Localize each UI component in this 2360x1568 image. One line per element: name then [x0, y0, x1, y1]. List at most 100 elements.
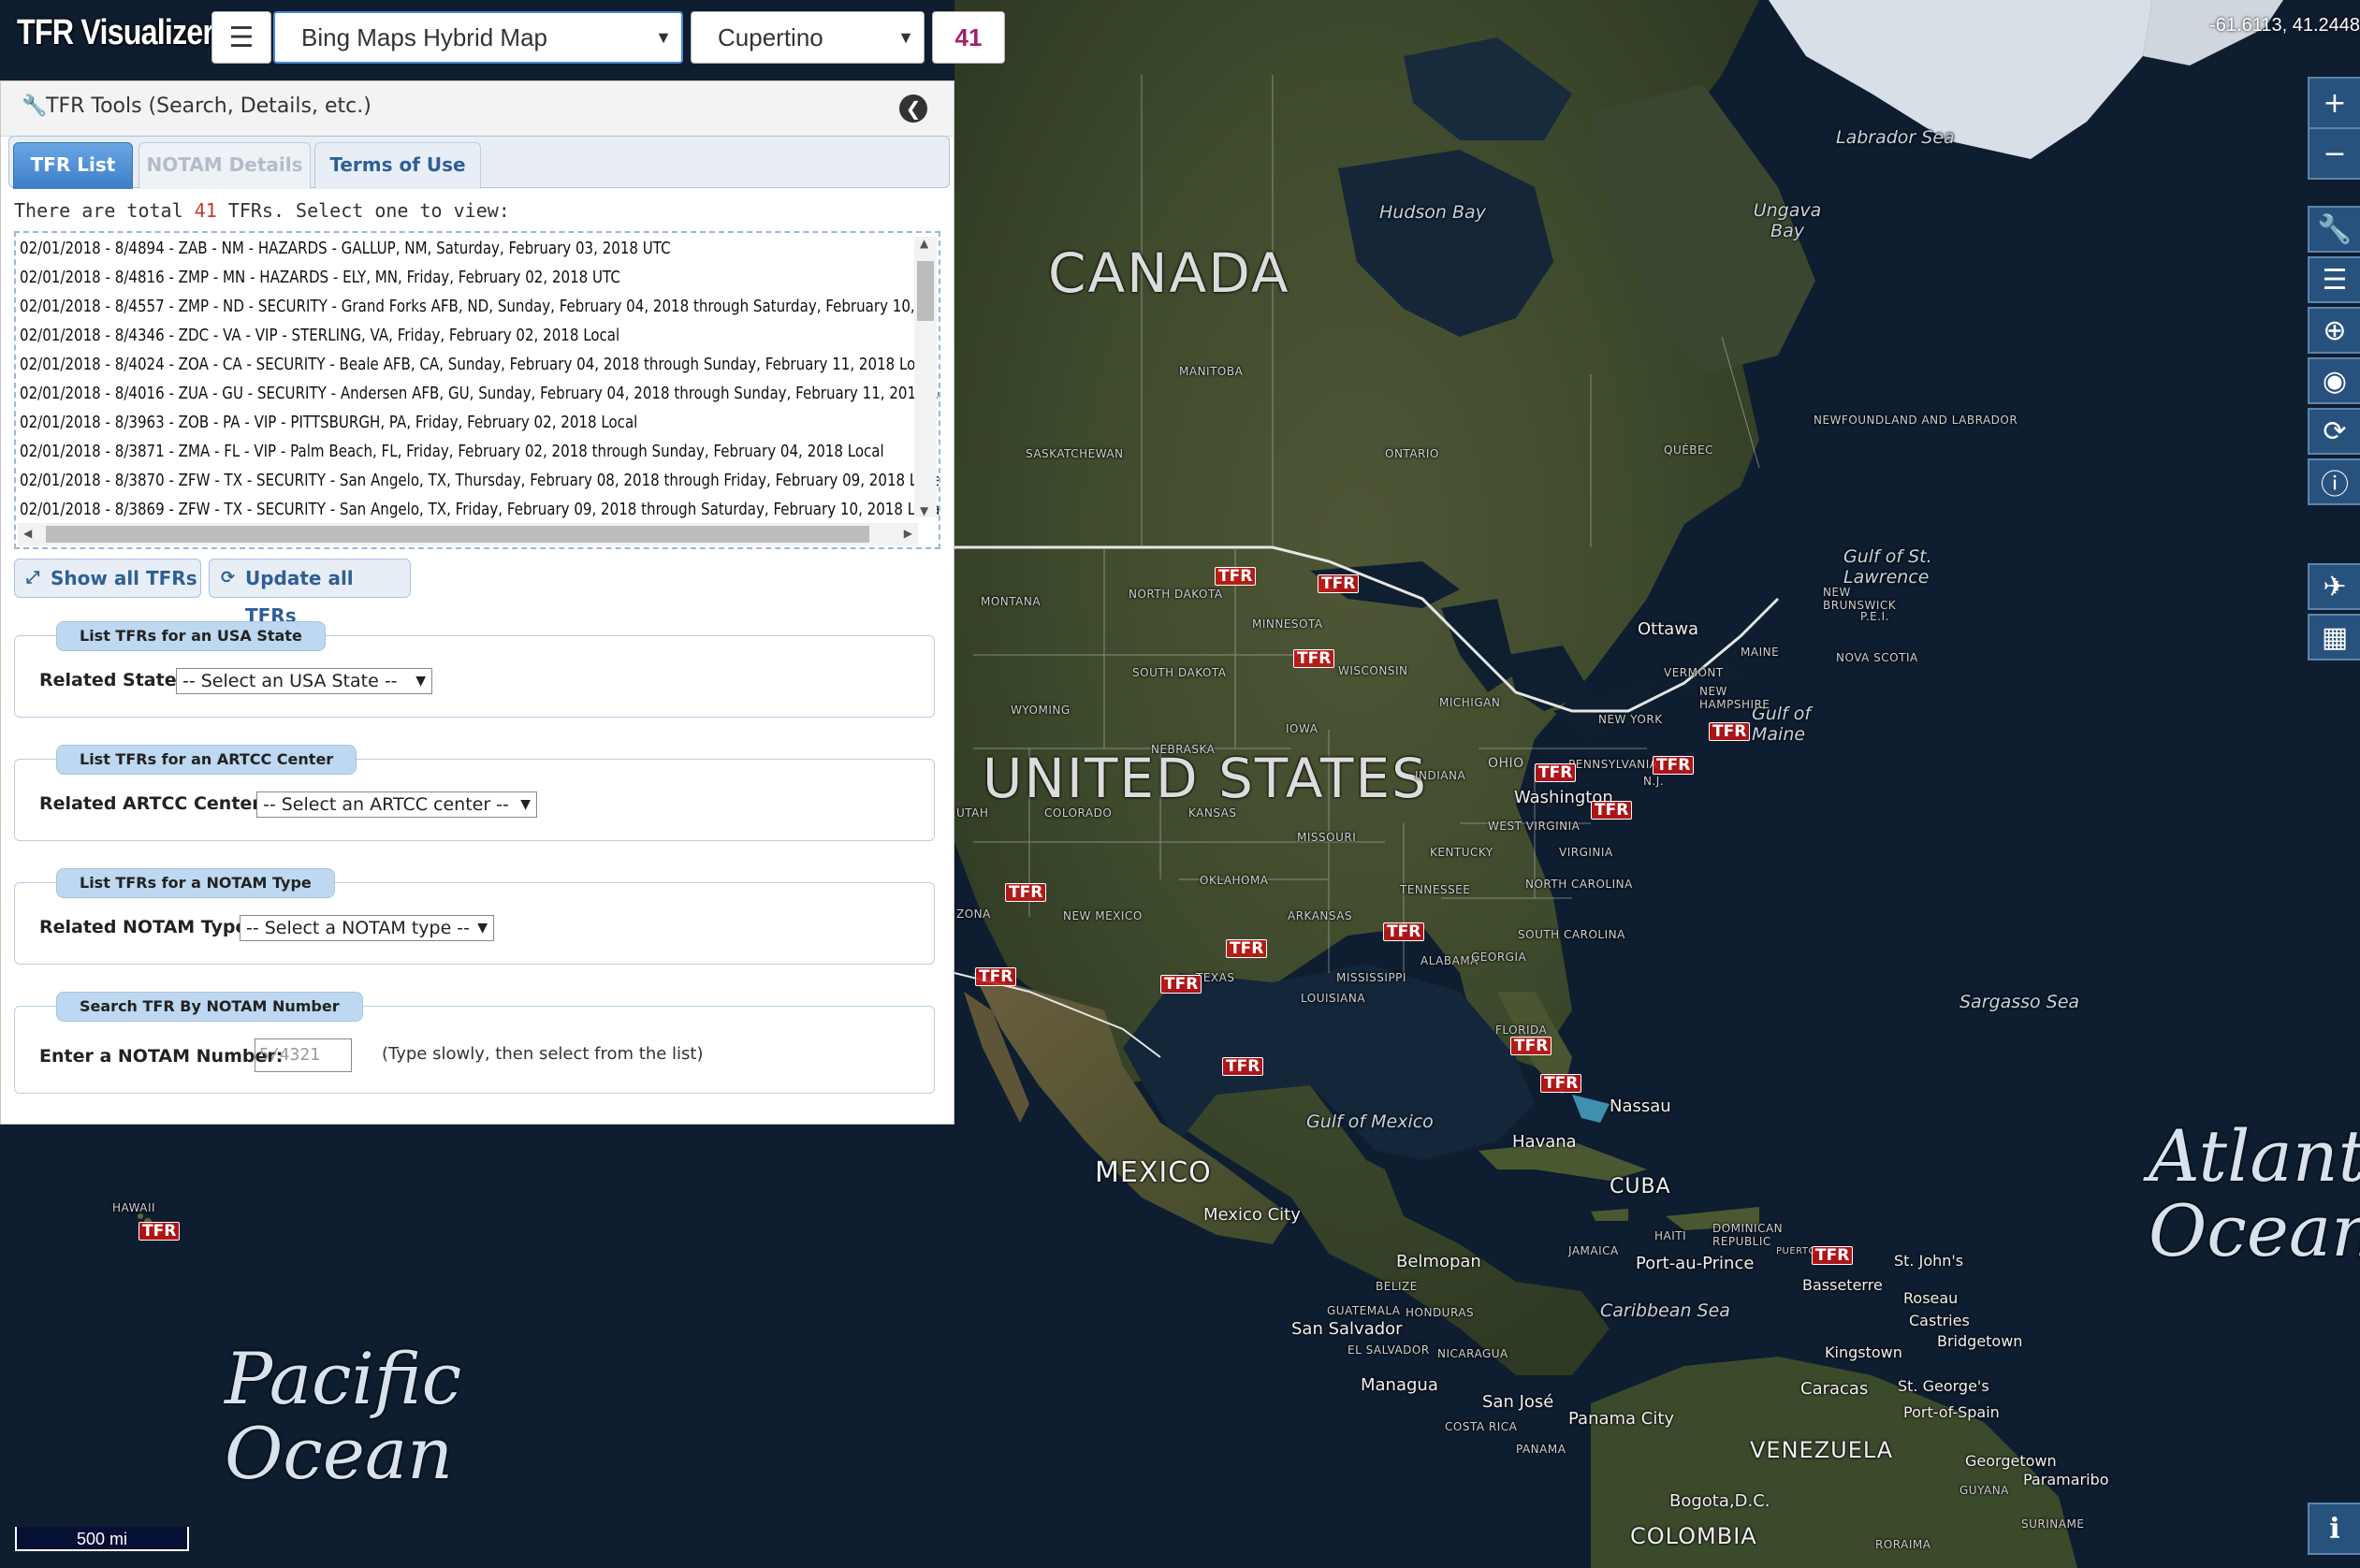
tfr-marker[interactable]: TFR [1318, 574, 1360, 593]
info-letter-icon: i [2329, 1512, 2340, 1546]
list-item[interactable]: 02/01/2018 - 8/4816 - ZMP - MN - HAZARDS… [20, 264, 620, 293]
map-label-michigan: MICHIGAN [1439, 696, 1501, 709]
map-label-virginia: VIRGINIA [1559, 846, 1613, 859]
scroll-right-icon[interactable]: ▶ [904, 527, 912, 540]
list-item[interactable]: 02/01/2018 - 8/3869 - ZFW - TX - SECURIT… [20, 496, 939, 525]
map-label-north-carolina: NORTH CAROLINA [1525, 878, 1633, 891]
collapse-panel-button[interactable]: ❮ [899, 94, 927, 123]
hamburger-icon: ☰ [228, 22, 255, 53]
tfr-marker[interactable]: TFR [1510, 1037, 1552, 1055]
horizontal-scrollbar[interactable]: ◀ ▶ [18, 523, 918, 545]
tfr-marker[interactable]: TFR [1160, 975, 1202, 994]
tfr-marker[interactable]: TFR [975, 967, 1017, 986]
state-select[interactable]: -- Select an USA State -- ▼ [176, 668, 432, 694]
tab-tfr-list[interactable]: TFR List [13, 142, 133, 189]
map-label-mexico: MEXICO [1095, 1156, 1212, 1189]
menu-button[interactable]: ☰ [211, 11, 271, 64]
list-item[interactable]: 02/01/2018 - 8/4894 - ZAB - NM - HAZARDS… [20, 235, 671, 264]
city-select[interactable]: Cupertino ▼ [691, 11, 925, 64]
tfr-marker[interactable]: TFR [138, 1222, 181, 1241]
tab-terms-of-use[interactable]: Terms of Use [314, 142, 481, 189]
zoom-out-button[interactable]: − [2308, 127, 2360, 180]
tools-button[interactable]: 🔧 [2308, 206, 2360, 253]
scrollbar-thumb[interactable] [46, 526, 869, 543]
tfr-count-badge[interactable]: 41 [932, 11, 1005, 64]
vertical-scrollbar[interactable]: ▲ ▼ [914, 237, 937, 517]
scroll-down-icon[interactable]: ▼ [920, 504, 928, 517]
map-label-kentucky: KENTUCKY [1430, 846, 1493, 859]
artcc-select[interactable]: -- Select an ARTCC center -- ▼ [256, 791, 537, 818]
scrollbar-thumb[interactable] [917, 261, 934, 321]
map-label-haiti: HAITI [1654, 1229, 1687, 1242]
city-value: Cupertino [718, 23, 823, 51]
update-all-tfrs-button[interactable]: ⟳ Update all TFRs [209, 559, 411, 627]
minus-icon: − [2323, 137, 2347, 170]
grid-button[interactable]: ▦ [2308, 614, 2360, 661]
dropdown-caret-icon: ▼ [415, 674, 426, 689]
map-label-sargasso-sea: Sargasso Sea [1959, 992, 2080, 1012]
list-item[interactable]: 02/01/2018 - 8/4016 - ZUA - GU - SECURIT… [20, 380, 939, 409]
info-corner-button[interactable]: i [2308, 1503, 2360, 1555]
zoom-in-button[interactable]: + [2308, 77, 2360, 129]
list-item[interactable]: 02/01/2018 - 8/3963 - ZOB - PA - VIP - P… [20, 409, 637, 438]
tab-bar: TFR List NOTAM Details Terms of Use [8, 136, 950, 189]
list-button[interactable]: ☰ [2308, 256, 2360, 303]
refresh-button[interactable]: ⟳ [2308, 408, 2360, 455]
scroll-up-icon[interactable]: ▲ [920, 237, 928, 250]
tfr-marker[interactable]: TFR [1215, 567, 1257, 586]
scroll-left-icon[interactable]: ◀ [23, 527, 32, 540]
map-type-select[interactable]: Bing Maps Hybrid Map ▼ [273, 11, 683, 64]
map-label-paramaribo: Paramaribo [2023, 1471, 2109, 1488]
list-item[interactable]: 02/01/2018 - 8/4024 - ZOA - CA - SECURIT… [20, 351, 936, 380]
tfr-marker[interactable]: TFR [1709, 722, 1751, 741]
tfr-marker[interactable]: TFR [1005, 883, 1047, 902]
map-label-pennsylvania: PENNSYLVANIA [1568, 758, 1658, 771]
tfr-marker[interactable]: TFR [1535, 763, 1577, 782]
dropdown-caret-icon: ▼ [897, 28, 914, 47]
map-label-newfoundland: NEWFOUNDLAND AND LABRADOR [1814, 414, 2018, 427]
notam-number-input[interactable]: 5/4321 [255, 1038, 352, 1072]
section-legend: List TFRs for a NOTAM Type [56, 868, 335, 898]
tfr-marker[interactable]: TFR [1293, 649, 1335, 668]
zoom-search-button[interactable]: ⊕ [2308, 307, 2360, 354]
map-label-manitoba: MANITOBA [1179, 365, 1244, 378]
map-label-roseau: Roseau [1903, 1289, 1959, 1307]
list-item[interactable]: 02/01/2018 - 8/4346 - ZDC - VA - VIP - S… [20, 322, 619, 351]
tfr-marker[interactable]: TFR [1812, 1246, 1854, 1265]
update-all-label: Update all TFRs [245, 567, 354, 627]
aviation-button[interactable]: ✈ [2308, 563, 2360, 610]
tfr-marker[interactable]: TFR [1383, 922, 1425, 941]
tfr-listbox[interactable]: 02/01/2018 - 8/4894 - ZAB - NM - HAZARDS… [14, 231, 940, 549]
globe-button[interactable]: ◉ [2308, 357, 2360, 404]
map-label-new-mexico: NEW MEXICO [1063, 909, 1143, 922]
map-label-guyana: GUYANA [1959, 1484, 2009, 1497]
tfr-marker[interactable]: TFR [1591, 801, 1633, 820]
map-label-tennessee: TENNESSEE [1400, 883, 1471, 896]
tab-notam-details[interactable]: NOTAM Details [138, 142, 311, 189]
artcc-select-value: -- Select an ARTCC center -- [263, 794, 509, 815]
list-icon: ☰ [2322, 263, 2348, 297]
tfr-marker[interactable]: TFR [1222, 1057, 1264, 1076]
tfr-marker[interactable]: TFR [1653, 756, 1695, 775]
list-item[interactable]: 02/01/2018 - 8/4557 - ZMP - ND - SECURIT… [20, 293, 939, 322]
map-scale-bar: 500 mi [15, 1527, 189, 1551]
tfr-marker[interactable]: TFR [1540, 1074, 1582, 1093]
show-all-tfrs-button[interactable]: ⤢ Show all TFRs [14, 559, 201, 598]
map-label-wisconsin: WISCONSIN [1338, 664, 1408, 677]
map-label-gulf-st-lawrence: Gulf of St. Lawrence [1843, 546, 1932, 588]
map-label-belize: BELIZE [1376, 1280, 1418, 1293]
map-label-atlantic-ocean: Atlantic Ocean [2149, 1114, 2360, 1272]
section-legend: Search TFR By NOTAM Number [56, 992, 363, 1022]
map-label-quebec: QUÉBEC [1664, 443, 1714, 457]
grid-icon: ▦ [2321, 620, 2349, 654]
show-all-label: Show all TFRs [51, 567, 197, 589]
tfr-marker[interactable]: TFR [1226, 939, 1268, 958]
info-button[interactable]: ⓘ [2308, 458, 2360, 505]
list-item[interactable]: 02/01/2018 - 8/3871 - ZMA - FL - VIP - P… [20, 438, 884, 467]
map-label-kansas: KANSAS [1188, 806, 1237, 820]
map-label-louisiana: LOUISIANA [1301, 992, 1366, 1005]
notam-type-select[interactable]: -- Select a NOTAM type -- ▼ [240, 915, 494, 941]
wrench-icon: 🔧 [22, 94, 48, 118]
map-label-venezuela: VENEZUELA [1750, 1437, 1894, 1463]
list-item[interactable]: 02/01/2018 - 8/3870 - ZFW - TX - SECURIT… [20, 467, 939, 496]
